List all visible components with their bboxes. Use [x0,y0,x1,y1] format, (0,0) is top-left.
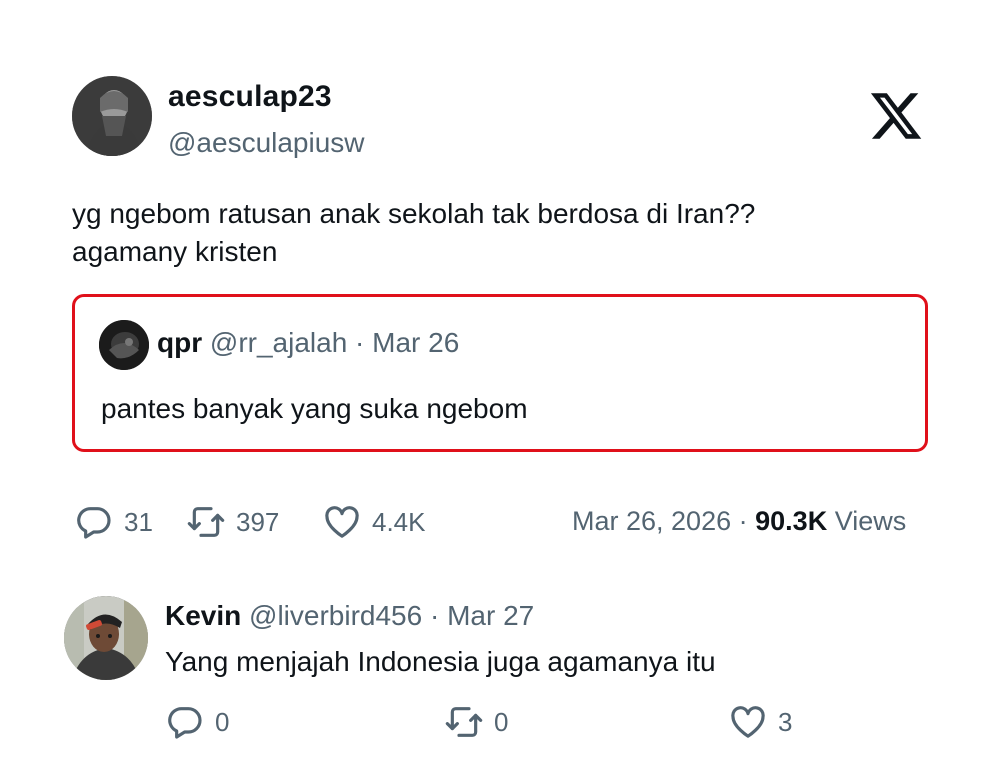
heart-icon [325,506,359,538]
reply-count: 31 [124,506,153,537]
views-label: Views [834,506,907,536]
tweet-date[interactable]: Mar 26, 2026 [572,506,731,536]
tweet-text-line: agamany kristen [72,236,278,267]
reply-header: Kevin @liverbird456 · Mar 27 [165,600,534,632]
reply-button[interactable]: 31 [74,502,153,542]
reply-author-name[interactable]: Kevin [165,600,241,631]
quote-author-name: qpr [157,327,203,358]
tweet-text: yg ngebom ratusan anak sekolah tak berdo… [72,195,932,271]
author-handle[interactable]: @aesculapiusw [168,127,365,159]
quote-date: Mar 26 [372,327,460,358]
reply-like-button[interactable]: 3 [728,702,792,742]
views-count: 90.3K [755,506,828,536]
quote-author-avatar [99,320,149,370]
reply-author-avatar[interactable] [64,596,148,680]
reply-repost-count: 0 [494,706,509,737]
reply-text: Yang menjajah Indonesia juga agamanya it… [165,646,716,677]
tweet-text-line: yg ngebom ratusan anak sekolah tak berdo… [72,198,756,229]
reply-reply-button[interactable]: 0 [165,702,229,742]
quoted-tweet-card[interactable]: qpr @rr_ajalah · Mar 26 pantes banyak ya… [72,294,928,452]
reply-author-handle[interactable]: @liverbird456 [249,600,422,631]
repost-arrows-icon [445,707,483,737]
author-display-name[interactable]: aesculap23 [168,80,332,114]
reply-reply-count: 0 [215,706,230,737]
tweet-meta: Mar 26, 2026 · 90.3K Views [572,506,906,537]
repost-count: 397 [236,506,280,537]
repost-button[interactable]: 397 [186,502,279,542]
meta-separator: · [738,506,748,536]
heart-icon [731,706,765,738]
x-logo-icon[interactable] [868,88,924,144]
reply-like-count: 3 [778,706,793,737]
author-avatar[interactable] [72,76,152,156]
quote-separator: · [355,327,365,358]
reply-repost-button[interactable]: 0 [444,702,508,742]
quote-author-handle: @rr_ajalah [209,327,348,358]
quote-header: qpr @rr_ajalah · Mar 26 [157,327,459,359]
repost-arrows-icon [187,507,225,537]
reply-date[interactable]: Mar 27 [447,600,534,631]
like-count: 4.4K [372,506,426,537]
reply-separator: · [429,600,440,631]
quote-text: pantes banyak yang suka ngebom [101,393,528,424]
like-button[interactable]: 4.4K [322,502,426,542]
speech-bubble-icon [77,507,111,539]
speech-bubble-icon [168,707,202,739]
